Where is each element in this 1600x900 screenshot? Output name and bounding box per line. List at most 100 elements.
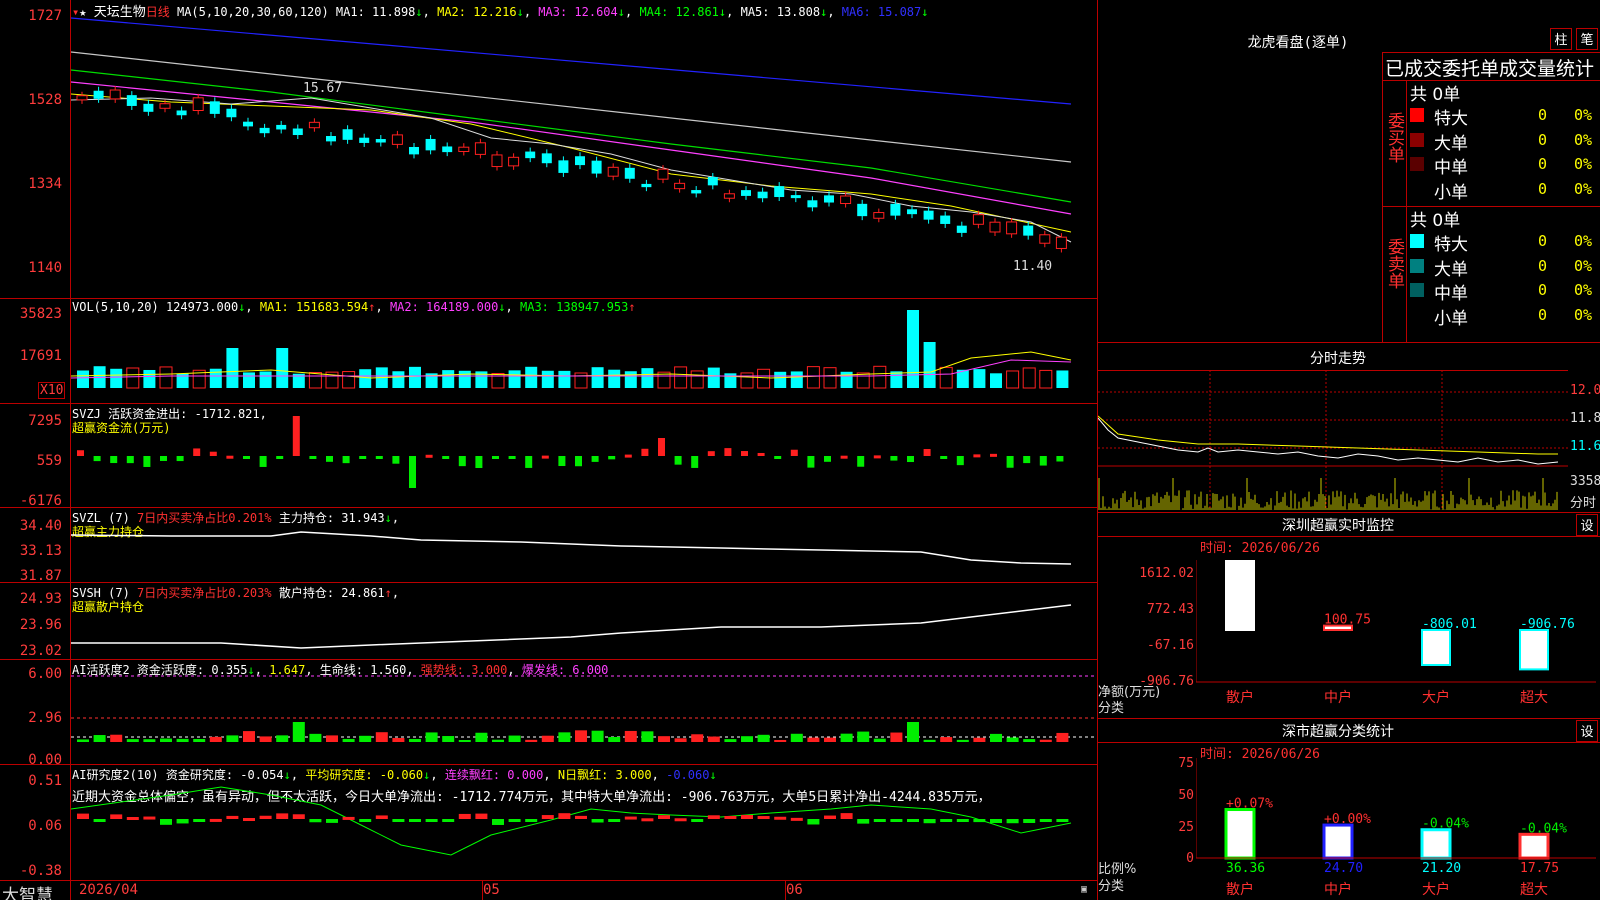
- volume-bar: [823, 367, 837, 389]
- research-bar: [209, 818, 222, 822]
- buy-total: 共 0单: [1410, 85, 1461, 105]
- flow-bar: [807, 456, 815, 468]
- volume-bar: [243, 372, 255, 388]
- flow-bar: [873, 455, 881, 459]
- research-bar: [342, 816, 355, 820]
- volume-bar: [226, 348, 239, 388]
- svzl-ytick: 31.87: [19, 568, 62, 584]
- candle: [840, 195, 852, 205]
- candle: [873, 212, 885, 219]
- sz-class-delta: +0.00%: [1324, 812, 1371, 827]
- research-bar: [840, 813, 853, 819]
- active-bar: [143, 739, 156, 742]
- flow-bar: [392, 456, 400, 464]
- sz-class-ytick: 50: [1178, 788, 1194, 803]
- flow-bar: [93, 456, 101, 462]
- sz-class-ytick: 75: [1178, 756, 1194, 771]
- research-bar: [475, 813, 488, 819]
- flow-bar: [442, 456, 450, 459]
- active-bar: [940, 737, 953, 742]
- order-count: 0: [1538, 179, 1548, 198]
- candle: [956, 225, 967, 233]
- research-bar: [1056, 819, 1069, 822]
- research-bar: [326, 819, 338, 823]
- research-bar: [93, 819, 106, 822]
- flow-bar: [193, 448, 201, 456]
- sz-monitor-bar-label: -906.76: [1520, 617, 1575, 632]
- candle: [176, 110, 187, 116]
- active-bar: [591, 730, 604, 742]
- sz-class-ytick: 25: [1178, 820, 1194, 835]
- chart-area[interactable]: ▾★ 天坛生物日线 MA(5,10,20,30,60,120) MA1: 11.…: [0, 0, 1098, 900]
- volume-bar: [890, 371, 903, 388]
- flow-bar: [326, 456, 333, 462]
- research-bar: [790, 817, 803, 821]
- candle: [292, 128, 303, 136]
- flow-bar: [475, 456, 483, 468]
- ai-active-ytick: 2.96: [28, 710, 62, 726]
- volume-bar: [939, 366, 953, 389]
- candle: [657, 168, 669, 180]
- active-bar: [873, 738, 886, 742]
- research-bar: [458, 813, 471, 819]
- research-bar: [558, 813, 571, 819]
- active-bar: [624, 730, 637, 742]
- flow-bar: [359, 456, 367, 459]
- low-price-label: 11.40: [1013, 259, 1052, 274]
- flow-bar: [342, 456, 350, 464]
- flow-bar: [956, 456, 964, 466]
- svsh-holding-chart[interactable]: [71, 583, 1097, 659]
- flow-bar: [1023, 456, 1031, 464]
- intraday-chart[interactable]: [1098, 370, 1568, 512]
- sz-class-settings-button[interactable]: 设: [1576, 720, 1598, 742]
- volume-bar: [508, 370, 521, 388]
- order-pct: 0%: [1574, 106, 1593, 124]
- ai-research-ytick: -0.38: [19, 863, 62, 879]
- volume-bar: [159, 366, 173, 389]
- active-bar: [392, 737, 405, 742]
- bar-mode-button[interactable]: 柱: [1550, 28, 1572, 50]
- ai-research-chart[interactable]: [71, 765, 1097, 880]
- order-row: 特大 0 0%: [1410, 104, 1600, 129]
- candle: [508, 156, 520, 167]
- vol-unit-label: X10: [38, 382, 66, 399]
- flow-bar: [940, 456, 948, 459]
- volume-bar: [690, 370, 704, 389]
- detail-mode-button[interactable]: 笔: [1576, 28, 1598, 50]
- sz-monitor-chart[interactable]: 1612.02 散户 100.75 中户 -806.01 大户 -906.76 超大: [1196, 560, 1596, 710]
- candle: [723, 193, 735, 199]
- sz-class-chart[interactable]: +0.07% 36.36 散户 +0.00% 24.70 中户 -0.04% 21.20 大户 -…: [1196, 758, 1596, 900]
- svzl-holding-chart[interactable]: [71, 508, 1097, 582]
- volume-bar: [674, 366, 688, 389]
- flow-bar: [741, 451, 748, 456]
- research-bar: [923, 819, 936, 824]
- lock-icon[interactable]: ▣: [1081, 884, 1087, 895]
- candle: [774, 186, 785, 198]
- sell-total: 共 0单: [1410, 211, 1461, 231]
- research-bar: [907, 819, 919, 822]
- active-bar: [890, 732, 903, 742]
- research-bar: [624, 816, 637, 820]
- research-bar: [674, 818, 687, 822]
- active-bar: [1056, 732, 1069, 742]
- order-color-swatch: [1410, 132, 1424, 147]
- ai-active-chart[interactable]: [71, 660, 1097, 764]
- sz-monitor-bar: [1225, 560, 1255, 631]
- research-bar: [276, 813, 289, 819]
- svsh-ytick: 23.96: [19, 617, 62, 633]
- volume-bar: [806, 366, 820, 389]
- sz-monitor-settings-button[interactable]: 设: [1576, 514, 1598, 536]
- volume-bar: [308, 372, 322, 389]
- svzj-ytick: 559: [36, 453, 62, 469]
- candle: [192, 97, 204, 112]
- flow-bar: [375, 456, 383, 459]
- volume-chart[interactable]: [71, 300, 1097, 403]
- x-axis-label: 2026/04: [79, 882, 139, 898]
- active-bar: [160, 738, 172, 742]
- candle: [391, 134, 403, 145]
- candlestick-chart[interactable]: 15.67 11.40: [71, 14, 1097, 298]
- candle: [674, 182, 686, 190]
- active-bar: [276, 735, 289, 742]
- svzj-flow-chart[interactable]: [71, 404, 1097, 507]
- active-bar: [243, 731, 255, 742]
